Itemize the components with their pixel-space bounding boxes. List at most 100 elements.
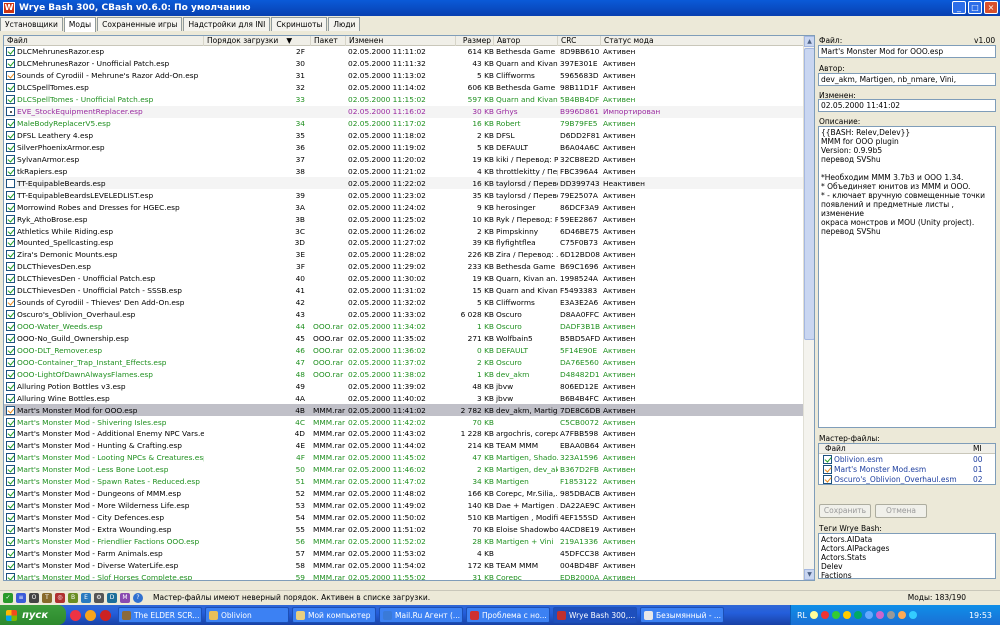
mod-file-cell[interactable]: Mart's Monster Mod - Hunting & Crafting.…: [4, 440, 204, 451]
table-row[interactable]: Mart's Monster Mod - Less Bone Loot.esp 5…: [4, 464, 804, 476]
tag-item[interactable]: Factions: [821, 571, 993, 578]
oblivion-launch-icon[interactable]: ◎: [55, 592, 65, 603]
checkbox-icon[interactable]: [6, 119, 15, 129]
description-field[interactable]: {{BASH: Relev,Delev}} MMM for OOO plugin V…: [818, 126, 996, 428]
title-bar[interactable]: W Wrye Bash 300, CBash v0.6.0: По умолча…: [0, 0, 1000, 16]
master-row[interactable]: Oblivion.esm 00: [819, 454, 995, 464]
file-name-field[interactable]: Mart's Monster Mod for OOO.esp: [818, 45, 996, 58]
table-row[interactable]: EVE_StockEquipmentReplacer.esp 02.05.2000…: [4, 105, 804, 118]
table-row[interactable]: Mart's Monster Mod - Dungeons of MMM.esp…: [4, 488, 804, 500]
tray-icon-7[interactable]: [876, 611, 885, 619]
table-row[interactable]: SilverPhoenixArmor.esp 36 02.05.2000 11:19…: [4, 142, 804, 154]
checkbox-icon[interactable]: [6, 190, 15, 200]
tray-icon-6[interactable]: [865, 611, 874, 619]
mod-file-cell[interactable]: Mart's Monster Mod - Looting NPCs & Crea…: [4, 452, 204, 463]
table-row[interactable]: Mart's Monster Mod - Diverse WaterLife.e…: [4, 559, 804, 571]
mod-file-cell[interactable]: Mart's Monster Mod - Shivering Isles.esp: [4, 417, 204, 428]
tag-item[interactable]: Delev: [821, 562, 993, 571]
checkbox-icon[interactable]: [823, 474, 832, 484]
checkbox-icon[interactable]: [6, 477, 15, 487]
table-row[interactable]: TT-EquipableBeards.esp 02.05.2000 11:22:0…: [4, 177, 804, 190]
checkbox-icon[interactable]: [6, 333, 15, 343]
checkbox-icon[interactable]: [6, 417, 15, 427]
mod-file-cell[interactable]: DLCSpellTomes.esp: [4, 82, 204, 93]
checkbox-icon[interactable]: [6, 202, 15, 212]
mod-file-cell[interactable]: Mart's Monster Mod - Dungeons of MMM.esp: [4, 488, 204, 499]
taskbar-task[interactable]: Проблема с но...: [466, 607, 550, 623]
table-row[interactable]: DLCSpellTomes.esp 32 02.05.2000 11:14:02 60…: [4, 82, 804, 94]
checkbox-icon[interactable]: [6, 489, 15, 499]
masters-col-mi[interactable]: MI: [969, 444, 995, 453]
help-icon[interactable]: ?: [133, 592, 143, 603]
table-row[interactable]: Mart's Monster Mod - More Wilderness Lif…: [4, 500, 804, 512]
mod-file-cell[interactable]: DFSL Leathery 4.esp: [4, 130, 204, 141]
antivirus-icon[interactable]: [100, 609, 111, 621]
col-file[interactable]: Файл: [4, 36, 204, 46]
col-package[interactable]: Пакет: [311, 36, 346, 46]
table-row[interactable]: DLCMehrunesRazor.esp 2F 02.05.2000 11:11:0…: [4, 46, 804, 58]
table-row[interactable]: Mart's Monster Mod - Looting NPCs & Crea…: [4, 452, 804, 464]
scroll-down-icon[interactable]: ▼: [804, 569, 814, 580]
table-row[interactable]: OOO-No_Guild_Ownership.esp 45 OOO.rar 02.05…: [4, 333, 804, 345]
col-size[interactable]: Размер: [456, 36, 494, 46]
tray-icon-3[interactable]: [832, 611, 841, 619]
tray-icon-8[interactable]: [887, 611, 896, 619]
table-row[interactable]: Mart's Monster Mod - Slof Horses Complet…: [4, 571, 804, 580]
taskbar-task[interactable]: Wrye Bash 300,...: [553, 607, 637, 623]
maximize-button[interactable]: □: [968, 1, 982, 14]
mod-file-cell[interactable]: OOO-LightOfDawnAlwaysFlames.esp: [4, 369, 204, 380]
checkbox-icon[interactable]: [6, 536, 15, 546]
table-row[interactable]: DLCThievesDen.esp 3F 02.05.2000 11:29:02 23…: [4, 261, 804, 273]
checkbox-icon[interactable]: [6, 429, 15, 439]
master-row[interactable]: Oscuro's_Oblivion_Overhaul.esm 02: [819, 474, 995, 484]
tag-item[interactable]: Actors.AIPackages: [821, 544, 993, 553]
checkbox-icon[interactable]: [6, 465, 15, 475]
mod-file-cell[interactable]: Mounted_Spellcasting.esp: [4, 237, 204, 248]
tray-icon-10[interactable]: [909, 611, 918, 619]
tray-icon-5[interactable]: [854, 611, 863, 619]
checkbox-icon[interactable]: [6, 59, 15, 69]
master-row[interactable]: Mart's Monster Mod.esm 01: [819, 464, 995, 474]
checkbox-icon[interactable]: [6, 166, 15, 176]
tab-0[interactable]: Установщики: [0, 17, 63, 31]
tags-list[interactable]: Actors.AIData Actors.AIPackages Actors.Sta…: [818, 533, 996, 579]
mod-file-cell[interactable]: Mart's Monster Mod - More Wilderness Lif…: [4, 500, 204, 511]
mod-file-cell[interactable]: Mart's Monster Mod - Extra Wounding.esp: [4, 524, 204, 535]
doc-browser-icon[interactable]: D: [107, 592, 117, 603]
table-row[interactable]: Mart's Monster Mod - Extra Wounding.esp 5…: [4, 524, 804, 536]
opera-icon[interactable]: [70, 609, 81, 621]
checkbox-icon[interactable]: [6, 501, 15, 511]
modified-field[interactable]: 02.05.2000 11:41:02: [818, 99, 996, 112]
mod-file-cell[interactable]: DLCThievesDen - Unofficial Patch.esp: [4, 273, 204, 284]
table-row[interactable]: OOO-DLT_Remover.esp 46 OOO.rar 02.05.2000 1…: [4, 344, 804, 356]
tray-icon-9[interactable]: [898, 611, 907, 619]
mod-file-cell[interactable]: OOO-Container_Trap_Instant_Effects.esp: [4, 357, 204, 368]
checkbox-icon[interactable]: [6, 262, 15, 272]
table-row[interactable]: Alluring Wine Bottles.esp 4A 02.05.2000 11…: [4, 392, 804, 404]
mod-file-cell[interactable]: Alluring Potion Bottles v3.esp: [4, 381, 204, 392]
table-row[interactable]: Mart's Monster Mod - Spawn Rates - Reduc…: [4, 476, 804, 488]
tab-2[interactable]: Сохраненные игры: [97, 17, 183, 31]
checkbox-icon[interactable]: [6, 322, 15, 332]
table-row[interactable]: SylvanArmor.esp 37 02.05.2000 11:20:02 19 K…: [4, 153, 804, 165]
checkbox-icon[interactable]: [6, 405, 15, 415]
mod-file-cell[interactable]: Ryk_AthoBrose.esp: [4, 214, 204, 225]
table-row[interactable]: Mounted_Spellcasting.esp 3D 02.05.2000 11:…: [4, 237, 804, 249]
clock[interactable]: 19:53: [969, 611, 992, 620]
mods-list[interactable]: Файл Порядок загрузки ▼ Пакет Изменен Раз…: [3, 35, 815, 581]
mod-file-cell[interactable]: Mart's Monster Mod - Friendlier Factions…: [4, 536, 204, 547]
masters-col-file[interactable]: Файл: [819, 444, 969, 453]
start-button[interactable]: пуск: [0, 605, 66, 625]
taskbar-task[interactable]: The ELDER SCR...: [118, 607, 202, 623]
checkbox-icon[interactable]: [6, 131, 15, 141]
checkbox-icon[interactable]: [6, 71, 15, 81]
table-row[interactable]: Oscuro's_Oblivion_Overhaul.esp 43 02.05.20…: [4, 309, 804, 321]
mod-file-cell[interactable]: SilverPhoenixArmor.esp: [4, 142, 204, 153]
table-row[interactable]: Athletics While Riding.esp 3C 02.05.2000 1…: [4, 225, 804, 237]
taskbar-task[interactable]: Мой компьютер: [292, 607, 376, 623]
mod-file-cell[interactable]: OOO-Water_Weeds.esp: [4, 321, 204, 332]
tes4edit-icon[interactable]: E: [81, 592, 91, 603]
scroll-up-icon[interactable]: ▲: [804, 36, 814, 47]
table-row[interactable]: DLCSpellTomes - Unofficial Patch.esp 33 02…: [4, 94, 804, 106]
table-row[interactable]: DFSL Leathery 4.esp 35 02.05.2000 11:18:02…: [4, 130, 804, 142]
